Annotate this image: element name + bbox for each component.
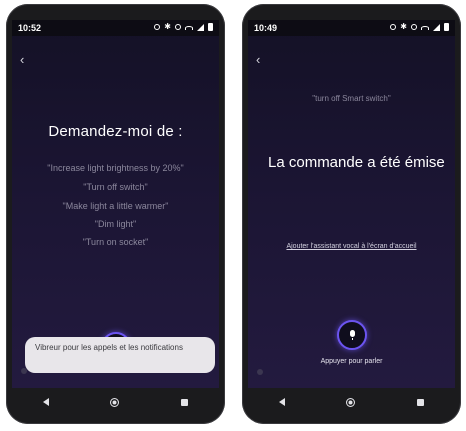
mic-button[interactable] bbox=[337, 320, 367, 350]
suggestion-item: "Turn on socket" bbox=[82, 237, 149, 247]
confirmation-message: La commande a été émise bbox=[268, 154, 445, 171]
alarm-icon bbox=[390, 24, 397, 30]
status-icons: ✱ bbox=[154, 23, 213, 31]
back-icon[interactable]: ‹ bbox=[256, 53, 260, 66]
toast-notification: Vibreur pour les appels et les notificat… bbox=[25, 337, 215, 373]
status-time: 10:52 bbox=[18, 23, 42, 33]
alarm-icon bbox=[154, 24, 161, 30]
eye-icon bbox=[175, 24, 181, 30]
navigation-bar bbox=[12, 388, 219, 416]
nav-recent-icon[interactable] bbox=[181, 398, 189, 406]
navigation-bar bbox=[248, 388, 455, 416]
nav-home-icon[interactable] bbox=[110, 397, 120, 407]
status-bar: 10:52 ✱ bbox=[12, 20, 219, 36]
bluetooth-icon: ✱ bbox=[400, 22, 407, 31]
signal-icon bbox=[433, 23, 440, 31]
screen-voice-prompt: 10:52 ✱ ‹ Demandez-moi de : "Increase li… bbox=[12, 20, 219, 388]
suggestion-item: "Make light a little warmer" bbox=[62, 201, 169, 211]
status-dot bbox=[257, 369, 263, 375]
status-time: 10:49 bbox=[254, 23, 278, 33]
wifi-icon bbox=[185, 26, 193, 30]
suggestion-item: "Increase light brightness by 20%" bbox=[47, 163, 184, 173]
prompt-title: Demandez-moi de : bbox=[48, 123, 183, 140]
nav-home-icon[interactable] bbox=[346, 397, 356, 407]
nav-recent-icon[interactable] bbox=[417, 398, 425, 406]
battery-icon bbox=[208, 23, 213, 31]
screen-command-sent: 10:49 ✱ ‹ "turn off Smart switch" La com… bbox=[248, 20, 455, 388]
wifi-icon bbox=[421, 26, 429, 30]
status-icons: ✱ bbox=[390, 23, 449, 31]
bluetooth-icon: ✱ bbox=[164, 22, 171, 31]
microphone-icon bbox=[349, 330, 356, 340]
signal-icon bbox=[197, 23, 204, 31]
mute-icon bbox=[411, 24, 417, 30]
nav-back-icon[interactable] bbox=[42, 398, 49, 406]
suggestion-item: "Turn off switch" bbox=[83, 182, 148, 192]
press-to-talk-label: Appuyer pour parler bbox=[320, 358, 383, 365]
suggestion-item: "Dim light" bbox=[94, 219, 137, 229]
add-assistant-link[interactable]: Ajouter l'assistant vocal à l'écran d'ac… bbox=[248, 243, 455, 250]
nav-back-icon[interactable] bbox=[278, 398, 285, 406]
status-bar: 10:49 ✱ bbox=[248, 20, 455, 36]
phone-right: 10:49 ✱ ‹ "turn off Smart switch" La com… bbox=[242, 4, 461, 424]
battery-icon bbox=[444, 23, 449, 31]
spoken-command-text: "turn off Smart switch" bbox=[312, 94, 391, 103]
back-icon[interactable]: ‹ bbox=[20, 53, 24, 66]
